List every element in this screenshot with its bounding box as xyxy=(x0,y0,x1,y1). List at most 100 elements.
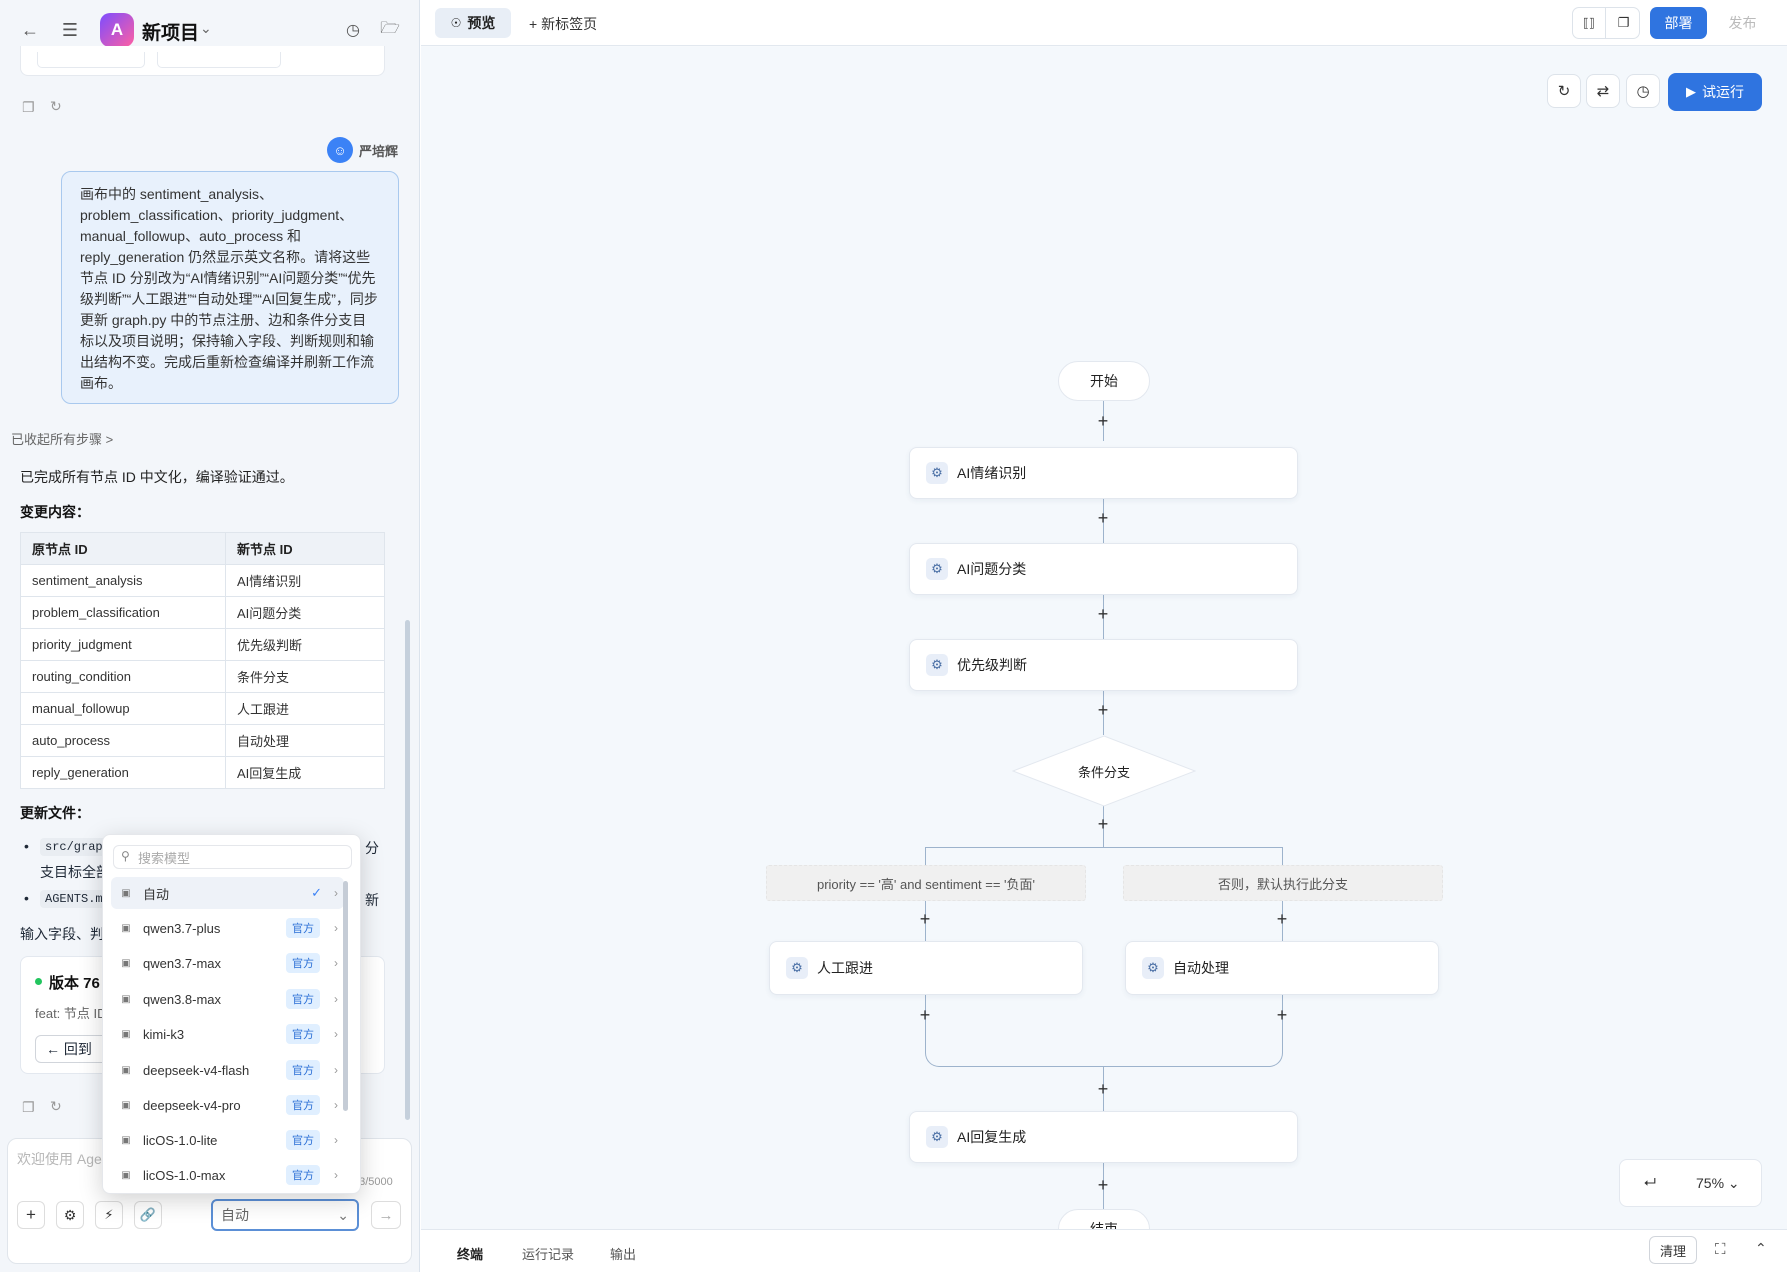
official-badge: 官方 xyxy=(286,953,320,973)
table-row: auto_process 自动处理 xyxy=(20,724,385,757)
chevron-down-icon: ⌄ xyxy=(337,1206,349,1223)
card-button[interactable] xyxy=(37,52,145,68)
node-classification[interactable]: ⚙ AI问题分类 xyxy=(909,543,1298,595)
table-cell: 优先级判断 xyxy=(225,628,385,661)
retry-icon[interactable]: ↻ xyxy=(50,98,62,115)
model-option[interactable]: ▣ deepseek-v4-pro 官方 › xyxy=(111,1089,344,1121)
retry-icon[interactable]: ↻ xyxy=(50,1098,62,1115)
chat-scrollbar[interactable] xyxy=(405,60,410,1130)
model-option[interactable]: ▣ 自动 ✓ › xyxy=(111,877,344,909)
model-option[interactable]: ▣ qwen3.7-plus 官方 › xyxy=(111,912,344,944)
branch-condition-right[interactable]: 否则，默认执行此分支 xyxy=(1123,865,1443,901)
node-auto-process[interactable]: ⚙ 自动处理 xyxy=(1125,941,1439,995)
tab-preview[interactable]: ☉ 预览 xyxy=(435,8,511,38)
sync-icon[interactable]: ⇄ xyxy=(1586,74,1620,108)
node-label: AI问题分类 xyxy=(957,561,1027,577)
node-manual-followup[interactable]: ⚙ 人工跟进 xyxy=(769,941,1083,995)
updated-files-heading: 更新文件： xyxy=(20,805,90,821)
trial-run-label: 试运行 xyxy=(1702,84,1744,100)
tab-preview-label: 预览 xyxy=(467,15,496,31)
tab-output[interactable]: 输出 xyxy=(610,1244,636,1263)
add-node-plus-icon[interactable]: + xyxy=(1274,1006,1290,1024)
end-node[interactable]: 结束 xyxy=(1058,1209,1150,1229)
clear-button[interactable]: 清理 xyxy=(1649,1236,1697,1264)
menu-collapse-icon[interactable]: ☰ xyxy=(54,14,86,46)
previous-message-card xyxy=(20,46,385,76)
copy-icon[interactable]: ❐ xyxy=(22,1099,35,1116)
node-sentiment[interactable]: ⚙ AI情绪识别 xyxy=(909,447,1298,499)
chat-input-placeholder[interactable]: 欢迎使用 Agen xyxy=(17,1149,110,1169)
model-search-input[interactable]: ⚲ 搜索模型 xyxy=(113,845,352,869)
add-node-plus-icon[interactable]: + xyxy=(1095,605,1111,623)
tab-run-log[interactable]: 运行记录 xyxy=(522,1244,574,1263)
new-tab-button[interactable]: + 新标签页 xyxy=(529,14,597,34)
model-select[interactable]: 自动 ⌄ xyxy=(211,1199,359,1231)
add-node-plus-icon[interactable]: + xyxy=(1095,412,1111,430)
model-option[interactable]: ▣ licOS-1.0-lite 官方 › xyxy=(111,1124,344,1156)
file2-path: AGENTS.m xyxy=(40,890,108,908)
add-node-plus-icon[interactable]: + xyxy=(1095,1080,1111,1098)
gear-icon: ⚙ xyxy=(926,558,948,580)
link-button[interactable]: 🔗 xyxy=(134,1201,162,1229)
add-node-plus-icon[interactable]: + xyxy=(1095,701,1111,719)
add-node-plus-icon[interactable]: + xyxy=(1095,815,1111,833)
model-option[interactable]: ▣ licOS-1.0-max 官方 › xyxy=(111,1159,344,1191)
updated-files-title: 更新文件 xyxy=(20,805,76,821)
model-dropdown: ⚲ 搜索模型 ▣ 自动 ✓ › ▣ qwen3.7-plus 官方 › ▣ qwen3.7-m… xyxy=(102,834,361,1194)
copy-icon[interactable]: ❐ xyxy=(22,99,35,116)
add-node-plus-icon[interactable]: + xyxy=(1095,509,1111,527)
lightning-button[interactable]: ⚡ xyxy=(95,1201,123,1229)
publish-button[interactable]: 发布 xyxy=(1714,7,1771,39)
official-badge: 官方 xyxy=(286,1165,320,1185)
model-icon: ▣ xyxy=(121,957,131,969)
fullscreen-icon[interactable]: ⛶ xyxy=(1715,1241,1726,1258)
project-title[interactable]: 新项目 xyxy=(142,18,199,45)
eye-icon: ☉ xyxy=(450,16,462,30)
folder-icon[interactable]: 🗁 xyxy=(374,14,406,46)
node-reply-generation[interactable]: ⚙ AI回复生成 xyxy=(909,1111,1298,1163)
zoom-select[interactable]: 75% ⌄ xyxy=(1696,1175,1740,1192)
workflow-canvas[interactable]: ↻ ⇄ ◷ ▶ 试运行 开始 + ⚙ AI情绪识别 + ⚙ AI问题分类 + ⚙ 优先级… xyxy=(421,47,1787,1229)
table-cell: reply_generation xyxy=(20,756,226,789)
add-node-plus-icon[interactable]: + xyxy=(1274,910,1290,928)
dropdown-scrollbar[interactable] xyxy=(343,881,348,1111)
scrollbar-thumb[interactable] xyxy=(405,620,410,1120)
branch-condition-left[interactable]: priority == '高' and sentiment == '负面' xyxy=(766,865,1086,901)
card-button[interactable] xyxy=(157,52,281,68)
new-tab-label: 新标签页 xyxy=(541,16,598,32)
table-cell: problem_classification xyxy=(20,596,226,629)
code-view-icon[interactable]: ⟦⟧ xyxy=(1573,8,1606,38)
chevron-down-icon[interactable]: ⌄ xyxy=(200,20,212,37)
copy-icon[interactable]: ❐ xyxy=(1607,8,1640,38)
node-priority[interactable]: ⚙ 优先级判断 xyxy=(909,639,1298,691)
table-cell: priority_judgment xyxy=(20,628,226,661)
deploy-button[interactable]: 部署 xyxy=(1650,7,1707,39)
model-option[interactable]: ▣ qwen3.7-max 官方 › xyxy=(111,947,344,979)
back-arrow-icon[interactable]: ← xyxy=(14,14,46,46)
add-node-plus-icon[interactable]: + xyxy=(917,1006,933,1024)
model-option[interactable]: ▣ qwen3.8-max 官方 › xyxy=(111,983,344,1015)
refresh-icon[interactable]: ↻ xyxy=(1547,74,1581,108)
start-node[interactable]: 开始 xyxy=(1058,361,1150,401)
chat-panel: ← ☰ A 新项目 ⌄ ◷ 🗁 ❐ ↻ ☺ 严培辉 画布中的 sentiment… xyxy=(0,0,420,1272)
expand-up-icon[interactable]: ⌃ xyxy=(1755,1240,1767,1257)
trial-run-button[interactable]: ▶ 试运行 xyxy=(1668,73,1762,111)
tab-terminal[interactable]: 终端 xyxy=(457,1244,483,1263)
official-badge: 官方 xyxy=(286,1095,320,1115)
table-row: priority_judgment 优先级判断 xyxy=(20,628,385,661)
model-option[interactable]: ▣ kimi-k3 官方 › xyxy=(111,1018,344,1050)
bullet-dot: • xyxy=(24,838,29,854)
settings-button[interactable]: ⚙ xyxy=(56,1201,84,1229)
history-icon[interactable]: ◷ xyxy=(1626,74,1660,108)
send-button[interactable]: → xyxy=(371,1201,401,1229)
model-option[interactable]: ▣ deepseek-v4-flash 官方 › xyxy=(111,1054,344,1086)
add-node-plus-icon[interactable]: + xyxy=(1095,1176,1111,1194)
history-icon[interactable]: ◷ xyxy=(337,14,369,46)
add-attachment-button[interactable]: + xyxy=(17,1201,45,1229)
table-header-row: 原节点 ID 新节点 ID xyxy=(20,532,385,565)
collapsed-steps-toggle[interactable]: 已收起所有步骤 > xyxy=(11,429,113,448)
plus-icon: + xyxy=(529,16,538,32)
add-node-plus-icon[interactable]: + xyxy=(917,910,933,928)
changes-title: 变更内容 xyxy=(20,504,76,520)
fit-view-icon[interactable]: ⮠ xyxy=(1644,1174,1656,1191)
